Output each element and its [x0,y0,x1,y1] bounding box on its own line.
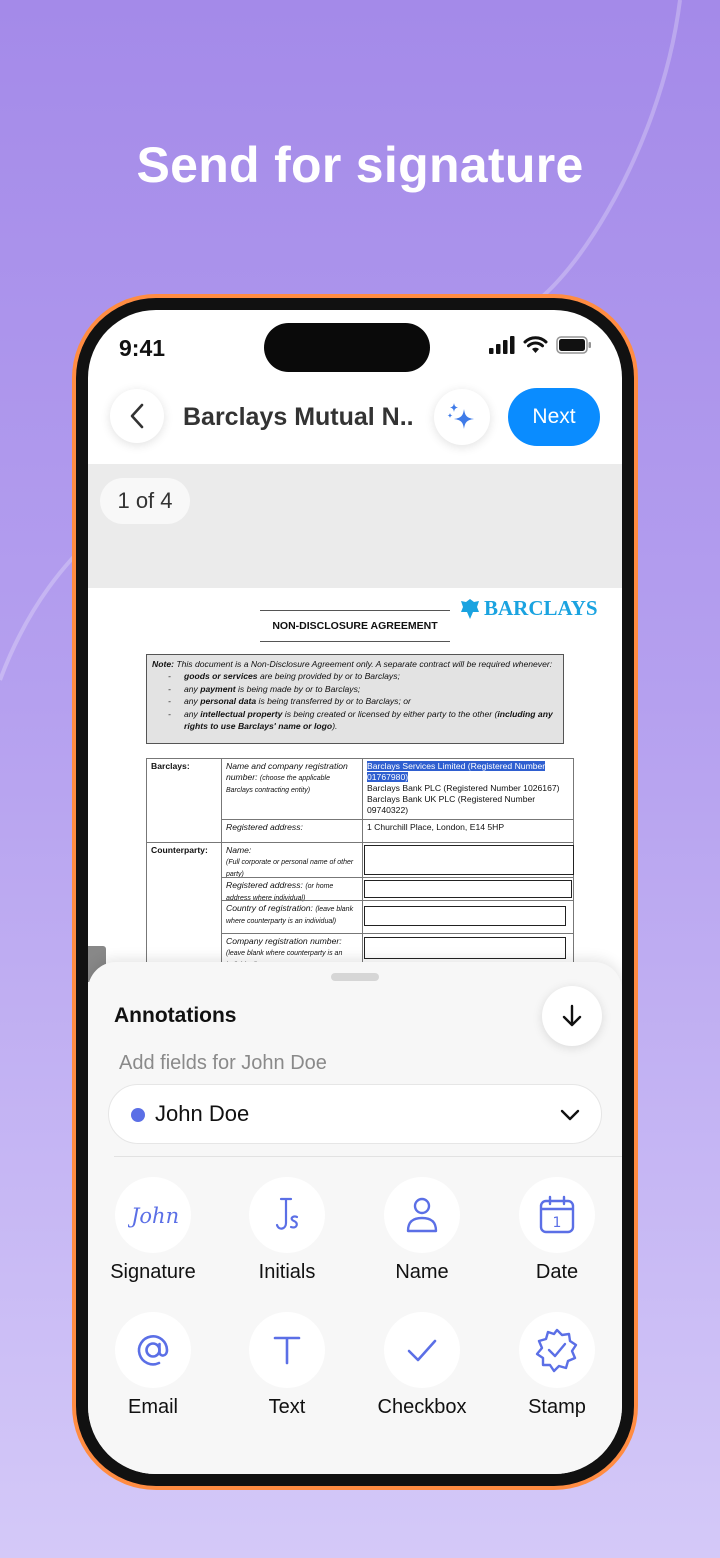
tool-icon-circle [519,1312,595,1388]
note-item: goods or services are being provided by … [152,670,558,683]
table-cell: Name and company registration number: (c… [221,758,363,820]
table-cell: Country of registration: (leave blank wh… [221,900,363,934]
collapse-sheet-button[interactable] [542,986,602,1046]
cellular-signal-icon [489,336,515,354]
tool-icon-circle [249,1177,325,1253]
details-table: Barclays: Name and company registration … [146,758,576,988]
tool-label: Initials [258,1261,316,1283]
page-headline: Send for signature [136,137,584,193]
barclays-logo: BARCLAYS [460,596,598,621]
sheet-grabber[interactable] [331,973,379,981]
note-item: any personal data is being transferred b… [152,695,558,708]
sheet-title: Annotations [114,1004,237,1027]
phone-screen: 9:41 Barclays Mutual N... Next 1 of 4 BA… [88,310,622,1474]
next-button[interactable]: Next [508,388,600,446]
chevron-left-icon [130,403,144,429]
counterparty-address-field[interactable] [364,880,572,898]
table-cell: 1 Churchill Place, London, E14 5HP [362,819,574,843]
table-cell: Barclays Services Limited (Registered Nu… [362,758,574,820]
tool-icon-circle [115,1312,191,1388]
status-bar: 9:41 [88,310,622,386]
counterparty-country-field[interactable] [364,906,566,926]
note-item: any payment is being made by or to Barcl… [152,683,558,696]
table-cell: Name: (Full corporate or personal name o… [221,842,363,878]
note-item: any intellectual property is being creat… [152,708,558,733]
eagle-logo-icon [461,598,479,619]
initials-icon [275,1197,299,1230]
tool-icon-circle: 1 [519,1177,595,1253]
person-icon [406,1197,438,1233]
document-title: Barclays Mutual N... [183,403,413,431]
tool-label: Text [268,1396,306,1418]
tool-label: Email [127,1396,178,1418]
tool-icon-circle [384,1177,460,1253]
calendar-icon: 1 [539,1195,575,1234]
sheet-divider [114,1156,622,1157]
tool-signature[interactable]: John Signature [88,1177,218,1297]
tool-stamp[interactable]: Stamp [492,1312,622,1432]
status-icons [489,336,592,354]
tool-icon-circle [384,1312,460,1388]
nav-bar: Barclays Mutual N... Next [88,386,622,464]
tool-initials[interactable]: Initials [222,1177,352,1297]
dynamic-island [264,323,430,372]
arrow-down-icon [562,1004,582,1027]
counterparty-name-field[interactable] [364,845,574,875]
svg-text:1: 1 [553,1215,562,1231]
note-intro: Note: This document is a Non-Disclosure … [152,659,553,669]
battery-icon [556,336,591,354]
tool-checkbox[interactable]: Checkbox [357,1312,487,1432]
tool-label: Stamp [528,1396,586,1418]
tool-icon-circle [249,1312,325,1388]
annotations-sheet: Annotations Add fields for John Doe John… [88,962,622,1474]
table-cell: Registered address: [221,819,363,843]
tool-icon-circle: John [115,1177,191,1253]
tool-label: Name [395,1261,449,1283]
signer-select[interactable]: John Doe [108,1084,602,1144]
table-row-label: Barclays: [146,758,222,843]
back-button[interactable] [110,389,164,443]
signer-color-dot [131,1108,145,1122]
text-icon [273,1336,301,1365]
sparkles-icon [447,403,474,429]
tool-date[interactable]: 1 Date [492,1177,622,1297]
svg-text:John: John [128,1204,178,1228]
checkmark-icon [407,1339,437,1362]
tool-name[interactable]: Name [357,1177,487,1297]
tool-label: Date [535,1261,579,1283]
wifi-icon [523,336,548,353]
ai-assistant-button[interactable] [434,389,490,445]
page-counter: 1 of 4 [100,478,190,524]
tool-email[interactable]: Email [88,1312,218,1432]
stamp-icon [535,1328,578,1373]
tool-text[interactable]: Text [222,1312,352,1432]
sheet-subtitle: Add fields for John Doe [119,1052,327,1074]
tool-label: Checkbox [377,1396,467,1418]
nda-title: NON-DISCLOSURE AGREEMENT [260,610,450,642]
tool-label: Signature [110,1261,196,1283]
signer-name: John Doe [155,1101,250,1126]
at-icon [137,1335,169,1366]
note-box: Note: This document is a Non-Disclosure … [146,654,564,744]
barclays-logo-text: BARCLAYS [484,596,598,620]
table-cell: Registered address: (or home address whe… [221,877,363,902]
document-page[interactable]: BARCLAYS NON-DISCLOSURE AGREEMENT Note: … [88,588,622,988]
signature-icon: John [128,1204,178,1228]
counterparty-company-field[interactable] [364,937,566,959]
status-time: 9:41 [119,335,166,361]
chevron-down-icon [560,1109,580,1121]
